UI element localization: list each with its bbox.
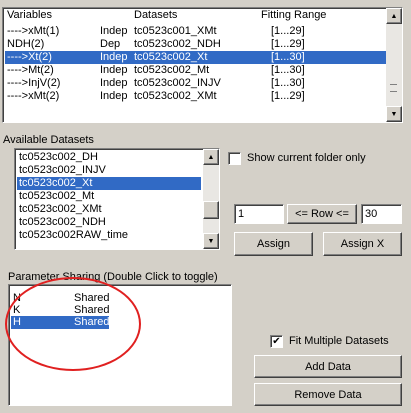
datasets-header: Datasets xyxy=(134,9,178,21)
parameter-param-cell: H xyxy=(13,316,21,328)
variable-dataset-cell: tc0523c002_INJV xyxy=(134,77,221,89)
variable-name-cell: ---->InjV(2) xyxy=(7,77,61,89)
variable-name-cell: ---->xMt(2) xyxy=(7,90,60,102)
scroll-down-icon[interactable]: ▼ xyxy=(386,106,402,122)
dataset-item[interactable]: tc0523c002_XMt xyxy=(17,203,201,216)
add-data-button[interactable]: Add Data xyxy=(254,355,402,378)
variable-row[interactable]: NDH(2) Dep tc0523c002_NDH [1...29] xyxy=(5,38,386,51)
dataset-item[interactable]: tc0523c002_NDH xyxy=(17,216,201,229)
dataset-item[interactable]: tc0523c002_DH xyxy=(17,151,201,164)
variable-range-cell: [1...30] xyxy=(271,77,305,89)
variable-row[interactable]: ---->xMt(1) Indep tc0523c001_XMt [1...29] xyxy=(5,25,386,38)
show-current-folder-checkbox[interactable] xyxy=(228,152,241,165)
show-current-folder-label: Show current folder only xyxy=(247,152,366,164)
variable-name-cell: ---->Xt(2) xyxy=(7,51,52,63)
row-range-button[interactable]: <= Row <= xyxy=(287,204,357,224)
fit-multiple-checkbox[interactable]: ✔ xyxy=(270,335,283,348)
fitting-range-header: Fitting Range xyxy=(261,9,327,21)
variable-range-cell: [1...29] xyxy=(271,38,305,50)
variables-scrollbar[interactable]: ▲ ▼ xyxy=(386,8,402,122)
dataset-item[interactable]: tc0523c002RAW_time xyxy=(17,229,201,242)
variable-dataset-cell: tc0523c002_XMt xyxy=(134,90,217,102)
fit-multiple-label: Fit Multiple Datasets xyxy=(289,335,389,347)
variable-name-cell: NDH(2) xyxy=(7,38,45,50)
available-datasets-list[interactable]: tc0523c002_DH tc0523c002_INJV tc0523c002_X… xyxy=(14,148,220,250)
scroll-up-icon[interactable]: ▲ xyxy=(386,8,402,24)
variable-row[interactable]: ---->Mt(2) Indep tc0523c002_Mt [1...30] xyxy=(5,64,386,77)
parameter-row[interactable]: H Shared xyxy=(11,316,109,329)
remove-data-button[interactable]: Remove Data xyxy=(254,383,402,406)
variable-name-cell: ---->xMt(1) xyxy=(7,25,60,37)
assign-button[interactable]: Assign xyxy=(234,232,313,256)
parameter-sharing-list[interactable]: N Shared K Shared H Shared xyxy=(8,284,232,406)
variable-dataset-cell: tc0523c002_Mt xyxy=(134,64,210,76)
checkmark-icon: ✔ xyxy=(272,336,281,347)
variable-type-cell: Indep xyxy=(100,25,128,37)
scroll-grip-icon xyxy=(390,84,397,92)
variable-type-cell: Indep xyxy=(100,64,128,76)
available-datasets-label: Available Datasets xyxy=(3,134,94,146)
variable-range-cell: [1...30] xyxy=(271,64,305,76)
variable-type-cell: Dep xyxy=(100,38,121,50)
variable-type-cell: Indep xyxy=(100,51,128,63)
variable-type-cell: Indep xyxy=(100,90,128,102)
variables-header: Variables xyxy=(7,9,53,21)
variable-range-cell: [1...29] xyxy=(271,90,305,102)
dataset-item[interactable]: tc0523c002_INJV xyxy=(17,164,201,177)
variables-list[interactable]: Variables Datasets Fitting Range ---->xM… xyxy=(2,7,403,123)
dataset-item[interactable]: tc0523c002_Xt xyxy=(17,177,201,190)
variable-row[interactable]: ---->xMt(2) Indep tc0523c002_XMt [1...29] xyxy=(5,90,386,103)
variable-range-cell: [1...30] xyxy=(271,51,305,63)
datasets-scrollbar[interactable]: ▲ ▼ xyxy=(203,149,219,249)
parameter-state-cell: Shared xyxy=(74,316,110,328)
variable-row[interactable]: ---->Xt(2) Indep tc0523c002_Xt [1...30] xyxy=(5,51,386,64)
parameter-sharing-label: Parameter Sharing (Double Click to toggl… xyxy=(8,271,218,283)
variable-dataset-cell: tc0523c002_NDH xyxy=(134,38,221,50)
scroll-up-icon[interactable]: ▲ xyxy=(203,149,219,165)
variable-dataset-cell: tc0523c001_XMt xyxy=(134,25,217,37)
row-start-input[interactable]: 1 xyxy=(234,204,284,224)
scroll-down-icon[interactable]: ▼ xyxy=(203,233,219,249)
dataset-item[interactable]: tc0523c002_Mt xyxy=(17,190,201,203)
variable-type-cell: Indep xyxy=(100,77,128,89)
variable-dataset-cell: tc0523c002_Xt xyxy=(134,51,208,63)
row-end-input[interactable]: 30 xyxy=(361,204,402,224)
variable-row[interactable]: ---->InjV(2) Indep tc0523c002_INJV [1...30] xyxy=(5,77,386,90)
variable-name-cell: ---->Mt(2) xyxy=(7,64,54,76)
datasets-scroll-thumb[interactable] xyxy=(203,201,219,219)
assign-x-button[interactable]: Assign X xyxy=(323,232,402,256)
variable-range-cell: [1...29] xyxy=(271,25,305,37)
